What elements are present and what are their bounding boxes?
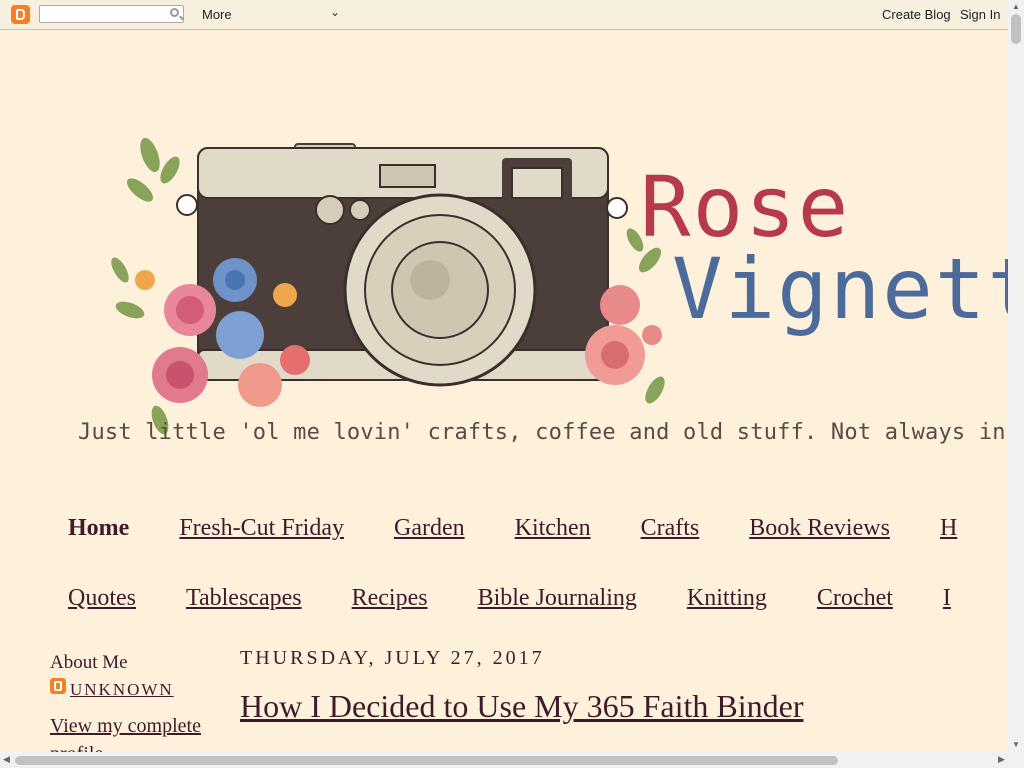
create-blog-link[interactable]: Create Blog [882, 7, 951, 22]
tab-knitting[interactable]: Knitting [687, 585, 767, 611]
tab-tablescapes[interactable]: Tablescapes [186, 585, 302, 611]
tab-quotes[interactable]: Quotes [68, 585, 136, 611]
blog-title-line2: Vignett [672, 240, 1008, 338]
profile-name-link[interactable]: UNKNOWN [70, 680, 174, 700]
tab-recipes[interactable]: Recipes [352, 585, 428, 611]
more-dropdown[interactable]: More [202, 7, 232, 22]
tab-home[interactable]: Home [68, 515, 129, 541]
vertical-scrollbar[interactable]: ▲ ▼ [1008, 0, 1024, 752]
tab-h[interactable]: H [940, 515, 957, 541]
tab-crochet[interactable]: Crochet [817, 585, 893, 611]
horizontal-scroll-thumb[interactable] [15, 756, 838, 765]
tab-i[interactable]: I [943, 585, 951, 611]
post-date: Thursday, July 27, 2017 [240, 647, 545, 669]
about-me-heading: About Me [50, 652, 128, 673]
scroll-down-icon[interactable]: ▼ [1012, 740, 1020, 749]
camera-flowers-illustration [111, 137, 665, 435]
tab-book-reviews[interactable]: Book Reviews [749, 515, 890, 541]
tab-kitchen[interactable]: Kitchen [515, 515, 591, 541]
search-icon[interactable] [170, 8, 179, 17]
nav-tabs-row1: Home Fresh-Cut Friday Garden Kitchen Crafts B… [68, 515, 1007, 542]
horizontal-scrollbar[interactable]: ◀ ▶ [0, 752, 1024, 768]
view-profile-link[interactable]: View my complete profile [50, 712, 230, 752]
tab-bible-journaling[interactable]: Bible Journaling [478, 585, 637, 611]
scroll-right-icon[interactable]: ▶ [998, 754, 1005, 765]
tab-garden[interactable]: Garden [394, 515, 465, 541]
blog-tagline: Just little 'ol me lovin' crafts, coffee… [78, 420, 1008, 445]
tab-fresh-cut-friday[interactable]: Fresh-Cut Friday [179, 515, 344, 541]
search-input[interactable] [39, 5, 184, 23]
sign-in-link[interactable]: Sign In [960, 7, 1000, 22]
chevron-down-icon[interactable]: ⌄ [330, 5, 340, 19]
nav-tabs-row2: Quotes Tablescapes Recipes Bible Journaling… [68, 585, 1001, 612]
blogger-navbar: More ⌄ Create Blog Sign In [0, 0, 1008, 30]
tab-crafts[interactable]: Crafts [641, 515, 700, 541]
blogger-profile-icon [50, 678, 66, 694]
vertical-scroll-thumb[interactable] [1011, 14, 1021, 44]
scroll-left-icon[interactable]: ◀ [3, 754, 10, 765]
blogger-logo-icon[interactable] [11, 5, 30, 24]
post-title-link[interactable]: How I Decided to Use My 365 Faith Binder [240, 688, 803, 725]
scroll-up-icon[interactable]: ▲ [1012, 2, 1020, 11]
